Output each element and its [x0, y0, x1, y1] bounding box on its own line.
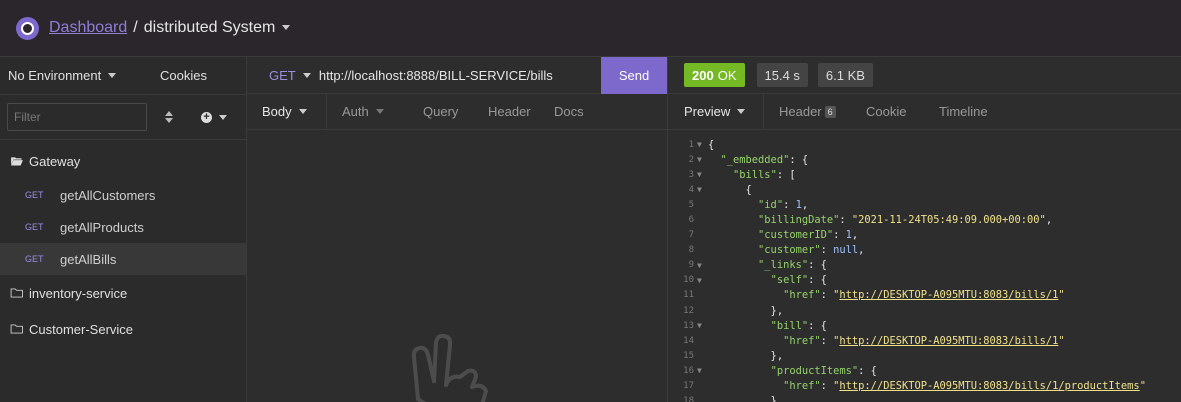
chevron-down-icon	[737, 109, 746, 114]
add-item-button[interactable]: +	[201, 111, 227, 123]
code-line: 13 ▼ "bill": {	[683, 319, 827, 332]
request-method: GET	[25, 190, 44, 200]
folder-gateway[interactable]: Gateway	[0, 143, 246, 179]
folder-label: inventory-service	[29, 285, 128, 301]
folder-closed-icon	[10, 288, 23, 298]
tab-label: Query	[423, 104, 459, 119]
request-pane: GET Send Body Auth Query Header Docs	[247, 56, 668, 402]
tab-label: Timeline	[939, 104, 988, 119]
code-line: 5 "id": 1,	[688, 198, 809, 211]
insomnia-app: Dashboard / distributed System No Enviro…	[0, 0, 1181, 402]
json-link[interactable]: http://DESKTOP-A095MTU:8083/bills/1/prod…	[839, 380, 1139, 392]
code-line: 10 ▼ "self": {	[683, 274, 827, 287]
status-code: 200	[692, 67, 714, 83]
cookies-button[interactable]: Cookies	[160, 68, 207, 83]
response-status-bar: 200 OK 15.4 s 6.1 KB	[668, 57, 1181, 94]
chevron-down-icon	[302, 72, 311, 78]
request-name: getAllCustomers	[60, 187, 156, 203]
chevron-down-icon	[298, 109, 307, 114]
request-method: GET	[25, 222, 44, 232]
code-line: 16 ▼ "productItems": {	[683, 364, 877, 377]
json-link[interactable]: http://DESKTOP-A095MTU:8083/bills/1	[839, 289, 1058, 301]
code-line: 18 }	[683, 395, 777, 402]
request-method: GET	[25, 254, 44, 264]
chevron-down-icon	[375, 109, 384, 114]
request-name: getAllBills	[60, 251, 117, 267]
request-item-getallproducts[interactable]: GET getAllProducts	[0, 211, 246, 243]
code-line: 8 "customer": null,	[688, 244, 865, 257]
code-line: 12 },	[683, 304, 784, 317]
json-preview: 1 ▼{ 2 ▼ "_embedded": { 3 ▼ "bills": [ 4 ▼ {…	[668, 137, 1181, 402]
code-line: 7 "customerID": 1,	[688, 229, 859, 242]
chevron-down-icon	[108, 73, 117, 78]
tab-body[interactable]: Body	[247, 93, 327, 130]
response-tabs: Preview Header 6 Cookie Timeline	[668, 93, 1181, 130]
code-line: 14 "href": " http://DESKTOP-A095MTU:8083/…	[683, 334, 1065, 347]
request-tabs: Body Auth Query Header Docs	[247, 93, 667, 130]
tab-cookie[interactable]: Cookie	[854, 94, 927, 130]
folder-customer-service[interactable]: Customer-Service	[0, 311, 246, 347]
folder-open-icon	[11, 157, 23, 166]
chevron-down-icon	[282, 25, 291, 31]
tab-preview[interactable]: Preview	[668, 93, 764, 130]
status-badge: 200 OK	[684, 63, 745, 87]
request-name: getAllProducts	[60, 219, 144, 235]
plus-circle-icon: +	[201, 111, 212, 123]
request-item-getallbills[interactable]: GET getAllBills	[0, 243, 246, 275]
tab-docs[interactable]: Docs	[547, 94, 584, 130]
sort-icon[interactable]	[164, 111, 174, 123]
tab-label: Cookie	[866, 104, 907, 119]
dashboard-link[interactable]: Dashboard	[49, 19, 127, 37]
response-size-badge: 6.1 KB	[817, 63, 873, 87]
workspace-dropdown[interactable]: distributed System	[144, 19, 291, 37]
folder-inventory-service[interactable]: inventory-service	[0, 275, 246, 311]
folder-closed-icon	[10, 324, 23, 334]
tab-header[interactable]: Header	[472, 94, 547, 130]
url-input[interactable]	[318, 57, 602, 93]
filter-input[interactable]	[7, 103, 147, 131]
tab-label: Header	[779, 104, 822, 119]
empty-state-hand-icon	[411, 333, 488, 402]
tab-auth[interactable]: Auth	[327, 94, 405, 130]
header-count-badge: 6	[824, 105, 836, 118]
tab-response-header[interactable]: Header 6	[764, 94, 854, 130]
tab-label: Header	[488, 104, 531, 119]
code-line: 2 ▼ "_embedded": {	[688, 153, 809, 166]
code-line: 4 ▼ {	[688, 183, 752, 196]
code-line: 15 },	[683, 349, 784, 362]
response-pane: 200 OK 15.4 s 6.1 KB Preview Header 6 Cook…	[668, 57, 1181, 402]
tab-label: Auth	[342, 104, 369, 119]
url-bar: GET Send	[247, 56, 667, 94]
code-line: 9 ▼ "_links": {	[688, 259, 827, 272]
environment-label: No Environment	[8, 68, 102, 83]
tab-query[interactable]: Query	[405, 94, 472, 130]
status-text: OK	[717, 67, 737, 83]
sidebar: No Environment Cookies + Gateway GET get…	[0, 57, 247, 402]
code-line: 1 ▼{	[688, 138, 715, 151]
json-link[interactable]: http://DESKTOP-A095MTU:8083/bills/1	[839, 335, 1058, 347]
top-bar: Dashboard / distributed System	[0, 0, 1181, 57]
tab-label: Body	[262, 104, 292, 119]
folder-label: Customer-Service	[29, 321, 134, 337]
code-line: 11 "href": " http://DESKTOP-A095MTU:8083/…	[683, 289, 1065, 302]
method-label: GET	[269, 67, 296, 83]
send-button[interactable]: Send	[601, 56, 667, 94]
response-time-badge: 15.4 s	[756, 63, 808, 87]
code-line: 17 "href": " http://DESKTOP-A095MTU:8083/…	[683, 380, 1146, 393]
code-line: 6 "billingDate": "2021-11-24T05:49:09.00…	[688, 214, 1053, 227]
tab-label: Docs	[554, 104, 584, 119]
tab-label: Preview	[684, 104, 731, 119]
environment-row: No Environment Cookies	[0, 57, 246, 95]
method-dropdown[interactable]: GET	[247, 68, 319, 83]
filter-row: +	[0, 95, 246, 140]
folder-label: Gateway	[29, 153, 81, 169]
breadcrumb-separator: /	[133, 19, 138, 36]
chevron-down-icon	[219, 114, 227, 120]
code-line: 3 ▼ "bills": [	[688, 168, 796, 181]
request-item-getallcustomers[interactable]: GET getAllCustomers	[0, 179, 246, 211]
tab-timeline[interactable]: Timeline	[927, 94, 988, 130]
app-logo-icon[interactable]	[16, 16, 39, 40]
workspace-name: distributed System	[143, 19, 276, 36]
environment-dropdown[interactable]: No Environment	[8, 68, 160, 83]
